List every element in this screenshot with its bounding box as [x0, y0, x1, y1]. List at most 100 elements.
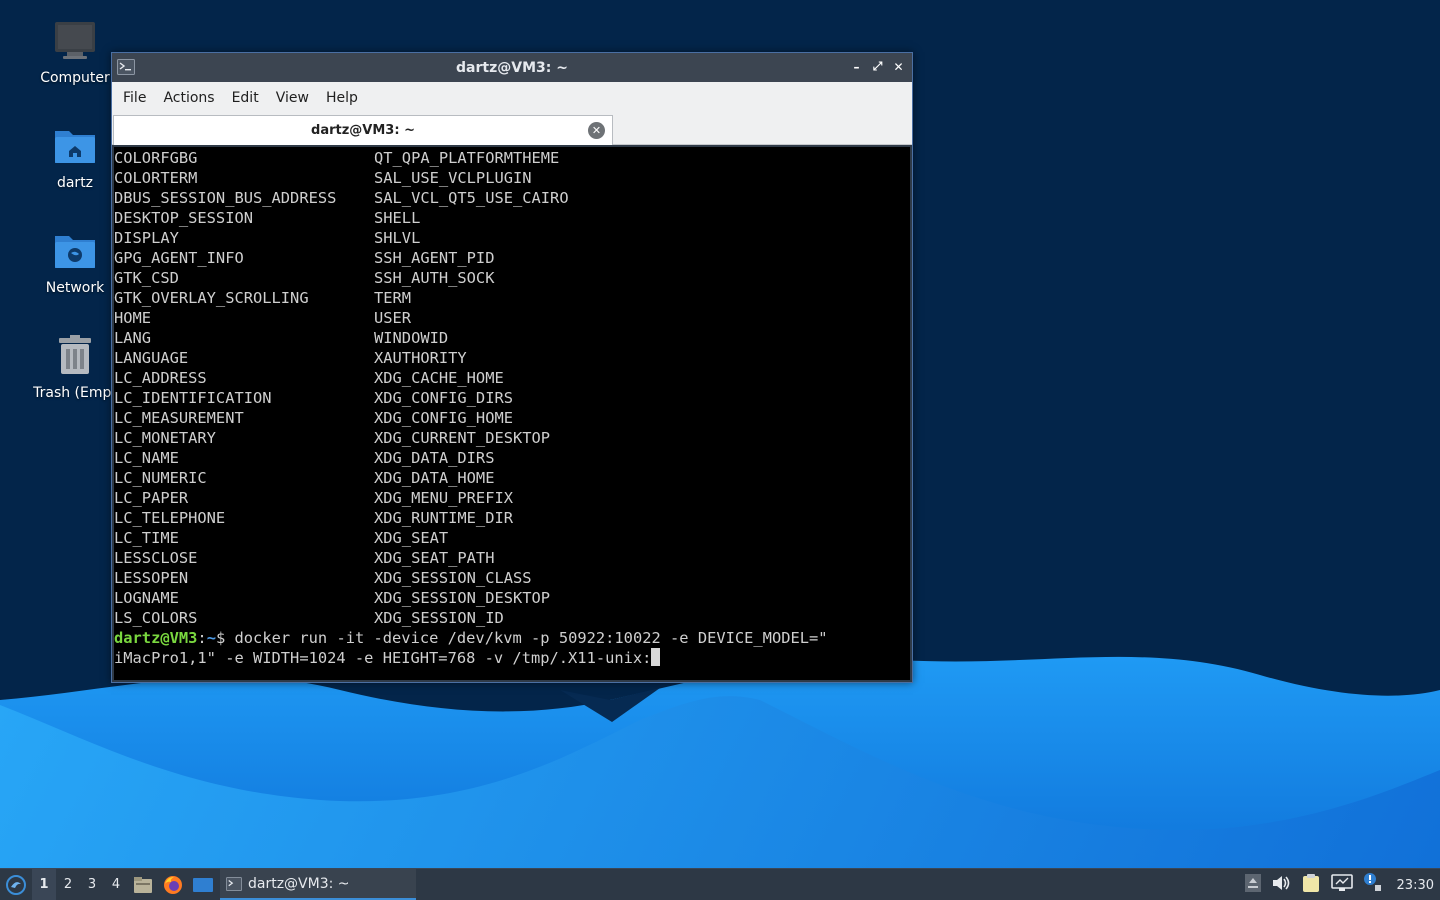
env-var-name: XDG_SESSION_ID [374, 609, 504, 627]
clipboard-icon[interactable] [1301, 873, 1321, 897]
terminal-window[interactable]: dartz@VM3: ~ – ⤢ ✕ File Actions Edit Vie… [111, 52, 913, 683]
minimize-button[interactable]: – [849, 59, 864, 74]
env-row: LC_TIME XDG_SEAT [114, 528, 910, 548]
env-var-name: LS_COLORS [114, 609, 198, 627]
env-var-name: TERM [374, 289, 412, 307]
env-var-name: COLORTERM [114, 169, 198, 187]
env-var-name: LC_MEASUREMENT [114, 409, 244, 427]
home-folder-icon [51, 121, 99, 169]
env-row: LC_MONETARY XDG_CURRENT_DESKTOP [114, 428, 910, 448]
prompt-path: ~ [206, 629, 216, 647]
computer-icon [51, 16, 99, 64]
env-var-name: GTK_OVERLAY_SCROLLING [114, 289, 309, 307]
close-button[interactable]: ✕ [891, 59, 906, 74]
env-var-name: DBUS_SESSION_BUS_ADDRESS [114, 189, 337, 207]
env-var-name: GPG_AGENT_INFO [114, 249, 244, 267]
env-row: COLORFGBG QT_QPA_PLATFORMTHEME [114, 148, 910, 168]
env-var-name: SSH_AUTH_SOCK [374, 269, 495, 287]
env-var-name: LOGNAME [114, 589, 179, 607]
clock[interactable]: 23:30 [1397, 878, 1434, 893]
workspace-4[interactable]: 4 [104, 869, 128, 900]
workspace-3[interactable]: 3 [80, 869, 104, 900]
env-var-name: SHLVL [374, 229, 421, 247]
env-var-name: LC_TIME [114, 529, 179, 547]
env-var-name: HOME [114, 309, 152, 327]
menu-actions[interactable]: Actions [156, 90, 221, 106]
file-manager-launcher[interactable] [128, 869, 158, 900]
env-var-name: XDG_CONFIG_HOME [374, 409, 513, 427]
env-row: DISPLAY SHLVL [114, 228, 910, 248]
env-var-name: LANGUAGE [114, 349, 189, 367]
firefox-icon [164, 875, 182, 894]
env-var-name: XDG_SESSION_CLASS [374, 569, 532, 587]
tab-bar: dartz@VM3: ~ ✕ [112, 114, 912, 145]
env-row: LANG WINDOWID [114, 328, 910, 348]
terminal-output[interactable]: COLORFGBG QT_QPA_PLATFORMTHEME COLORTERM SA… [114, 147, 910, 680]
workspace-1[interactable]: 1 [32, 868, 56, 900]
show-desktop-button[interactable] [188, 869, 218, 900]
env-row: GTK_CSD SSH_AUTH_SOCK [114, 268, 910, 288]
menu-help[interactable]: Help [319, 90, 365, 106]
maximize-button[interactable]: ⤢ [870, 59, 885, 74]
upload-indicator-icon[interactable] [1244, 874, 1261, 896]
env-var-name: XDG_DATA_DIRS [374, 449, 495, 467]
tab-close-icon[interactable]: ✕ [588, 122, 605, 139]
window-title: dartz@VM3: ~ [456, 59, 568, 76]
env-row: LC_ADDRESS XDG_CACHE_HOME [114, 368, 910, 388]
env-var-name: LC_IDENTIFICATION [114, 389, 272, 407]
env-row: GPG_AGENT_INFO SSH_AGENT_PID [114, 248, 910, 268]
menu-edit[interactable]: Edit [225, 90, 266, 106]
env-var-name: LESSOPEN [114, 569, 189, 587]
menu-view[interactable]: View [269, 90, 316, 106]
env-row: LANGUAGE XAUTHORITY [114, 348, 910, 368]
env-var-name: SSH_AGENT_PID [374, 249, 495, 267]
system-tray: 23:30 [1244, 869, 1440, 900]
desktop-icon-label: Trash (Empt [33, 385, 117, 401]
trash-icon [51, 331, 99, 379]
env-row: HOME USER [114, 308, 910, 328]
desktop-icon-label: Network [45, 280, 105, 296]
prompt-user-host: dartz@VM3 [114, 629, 198, 647]
env-var-name: USER [374, 309, 412, 327]
env-var-name: XDG_SESSION_DESKTOP [374, 589, 551, 607]
env-variable-list: COLORFGBG QT_QPA_PLATFORMTHEME COLORTERM SA… [114, 148, 910, 628]
env-var-name: COLORFGBG [114, 149, 198, 167]
volume-icon[interactable] [1271, 874, 1291, 896]
workspace-2[interactable]: 2 [56, 869, 80, 900]
env-row: LS_COLORS XDG_SESSION_ID [114, 608, 910, 628]
env-row: DBUS_SESSION_BUS_ADDRESS SAL_VCL_QT5_USE_… [114, 188, 910, 208]
env-var-name: WINDOWID [374, 329, 449, 347]
update-notifier-icon[interactable] [1363, 873, 1381, 897]
env-var-name: XDG_RUNTIME_DIR [374, 509, 513, 527]
env-row: LESSCLOSE XDG_SEAT_PATH [114, 548, 910, 568]
env-row: LOGNAME XDG_SESSION_DESKTOP [114, 588, 910, 608]
env-var-name: LANG [114, 329, 152, 347]
prompt-symbol: $ [215, 629, 226, 647]
menu-file[interactable]: File [116, 90, 153, 106]
prompt-line-continued: iMacPro1,1" -e WIDTH=1024 -e HEIGHT=768 … [114, 648, 910, 668]
taskbar-item-terminal[interactable]: dartz@VM3: ~ [220, 869, 416, 900]
env-var-name: XDG_SEAT [374, 529, 449, 547]
env-row: GTK_OVERLAY_SCROLLING TERM [114, 288, 910, 308]
window-titlebar[interactable]: dartz@VM3: ~ – ⤢ ✕ [112, 53, 912, 82]
env-var-name: DISPLAY [114, 229, 179, 247]
env-var-name: SAL_VCL_QT5_USE_CAIRO [374, 189, 569, 207]
env-var-name: XDG_SEAT_PATH [374, 549, 495, 567]
env-row: LC_TELEPHONE XDG_RUNTIME_DIR [114, 508, 910, 528]
text-cursor [651, 648, 661, 666]
window-controls: – ⤢ ✕ [849, 59, 906, 74]
tab-label: dartz@VM3: ~ [311, 123, 415, 138]
prompt-line: dartz@VM3:~$ docker run -it -device /dev… [114, 628, 910, 648]
desktop-icon [193, 877, 213, 892]
taskbar: 1 2 3 4 dartz@VM3: ~ 23:30 [0, 868, 1440, 900]
start-menu-button[interactable] [0, 869, 32, 900]
command-text-continued: iMacPro1,1" -e WIDTH=1024 -e HEIGHT=768 … [114, 649, 652, 667]
network-monitor-icon[interactable] [1330, 874, 1353, 896]
env-var-name: LC_PAPER [114, 489, 189, 507]
env-row: LC_IDENTIFICATION XDG_CONFIG_DIRS [114, 388, 910, 408]
tab-terminal[interactable]: dartz@VM3: ~ ✕ [113, 115, 613, 145]
env-row: LC_NAME XDG_DATA_DIRS [114, 448, 910, 468]
env-var-name: XDG_DATA_HOME [374, 469, 495, 487]
firefox-launcher[interactable] [158, 869, 188, 900]
terminal-app-icon [226, 876, 242, 891]
